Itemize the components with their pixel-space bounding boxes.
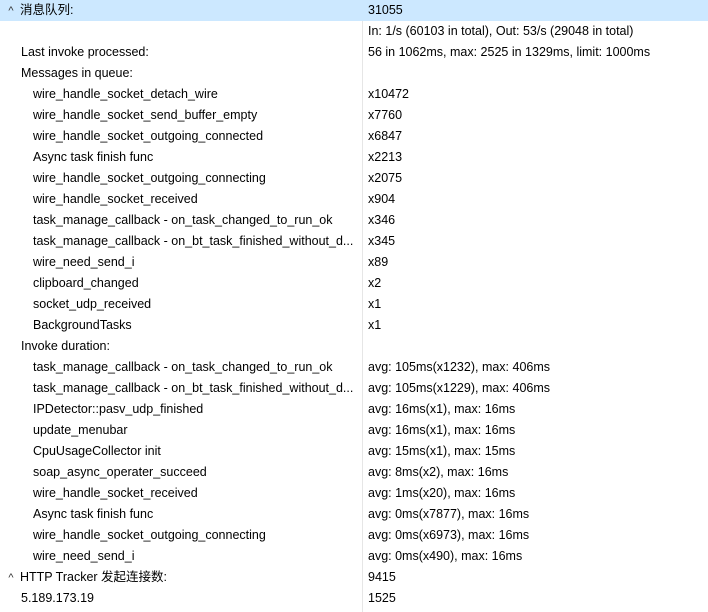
invoke-name: task_manage_callback - on_bt_task_finish…: [33, 381, 354, 395]
message-count: x89: [368, 255, 389, 269]
chevron-up-icon[interactable]: ^: [5, 568, 17, 589]
invoke-name: IPDetector::pasv_udp_finished: [33, 402, 204, 416]
chevron-up-icon[interactable]: ^: [5, 1, 17, 22]
http-host-count: 1525: [368, 591, 396, 605]
tree-row-http-tracker[interactable]: ^ HTTP Tracker 发起连接数: 9415: [0, 567, 708, 588]
message-queue-label: 消息队列:: [20, 3, 74, 17]
tree-row-invoke-duration[interactable]: Invoke duration:: [0, 336, 708, 357]
tree-row-queue-rate[interactable]: In: 1/s (60103 in total), Out: 53/s (290…: [0, 21, 708, 42]
invoke-name: update_menubar: [33, 423, 128, 437]
message-name: task_manage_callback - on_task_changed_t…: [33, 213, 333, 227]
message-name: wire_handle_socket_detach_wire: [33, 87, 218, 101]
message-name: wire_handle_socket_send_buffer_empty: [33, 108, 258, 122]
tree-row-invoke[interactable]: CpuUsageCollector init avg: 15ms(x1), max…: [0, 441, 708, 462]
tree-row-message[interactable]: wire_need_send_i x89: [0, 252, 708, 273]
invoke-stats: avg: 8ms(x2), max: 16ms: [368, 465, 509, 479]
last-invoke-value: 56 in 1062ms, max: 2525 in 1329ms, limit…: [368, 45, 651, 59]
message-count: x346: [368, 213, 396, 227]
tree-row-message[interactable]: wire_handle_socket_outgoing_connected x68…: [0, 126, 708, 147]
message-count: x904: [368, 192, 396, 206]
tree-row-invoke[interactable]: task_manage_callback - on_task_changed_t…: [0, 357, 708, 378]
tree-row-message[interactable]: wire_handle_socket_send_buffer_empty x776…: [0, 105, 708, 126]
message-name: wire_handle_socket_received: [33, 192, 198, 206]
tree-row-http-host[interactable]: 5.189.173.19 1525: [0, 588, 708, 609]
property-tree: ^ 消息队列: 31055 In: 1/s (60103 in total), O…: [0, 0, 708, 612]
message-name: wire_handle_socket_outgoing_connecting: [33, 171, 266, 185]
tree-row-invoke[interactable]: soap_async_operater_succeed avg: 8ms(x2),…: [0, 462, 708, 483]
tree-row-message[interactable]: clipboard_changed x2: [0, 273, 708, 294]
http-tracker-value: 9415: [368, 570, 396, 584]
tree-row-last-invoke[interactable]: Last invoke processed: 56 in 1062ms, max…: [0, 42, 708, 63]
message-count: x1: [368, 297, 382, 311]
message-queue-value: 31055: [368, 3, 403, 17]
tree-row-message[interactable]: wire_handle_socket_detach_wire x10472: [0, 84, 708, 105]
last-invoke-label: Last invoke processed:: [21, 45, 149, 59]
invoke-stats: avg: 1ms(x20), max: 16ms: [368, 486, 516, 500]
invoke-stats: avg: 16ms(x1), max: 16ms: [368, 402, 516, 416]
message-count: x10472: [368, 87, 410, 101]
invoke-name: wire_handle_socket_received: [33, 486, 198, 500]
invoke-stats: avg: 0ms(x6973), max: 16ms: [368, 528, 530, 542]
tree-row-invoke[interactable]: update_menubar avg: 16ms(x1), max: 16ms: [0, 420, 708, 441]
http-host-name: 5.189.173.19: [21, 591, 94, 605]
invoke-stats: avg: 105ms(x1229), max: 406ms: [368, 381, 551, 395]
invoke-name: wire_need_send_i: [33, 549, 135, 563]
tree-row-invoke[interactable]: wire_need_send_i avg: 0ms(x490), max: 16m…: [0, 546, 708, 567]
invoke-stats: avg: 16ms(x1), max: 16ms: [368, 423, 516, 437]
invoke-name: task_manage_callback - on_task_changed_t…: [33, 360, 333, 374]
http-tracker-label: HTTP Tracker 发起连接数:: [20, 570, 168, 584]
message-name: wire_need_send_i: [33, 255, 135, 269]
tree-row-invoke[interactable]: Async task finish func avg: 0ms(x7877), m…: [0, 504, 708, 525]
tree-row-message[interactable]: Async task finish func x2213: [0, 147, 708, 168]
row-name-cell: ^ HTTP Tracker 发起连接数:: [0, 567, 360, 589]
row-name-cell: ^ 消息队列:: [0, 0, 360, 22]
message-count: x7760: [368, 108, 403, 122]
message-name: Async task finish func: [33, 150, 154, 164]
message-count: x6847: [368, 129, 403, 143]
message-name: socket_udp_received: [33, 297, 152, 311]
messages-in-queue-label: Messages in queue:: [21, 66, 133, 80]
message-count: x2213: [368, 150, 403, 164]
tree-row-invoke[interactable]: wire_handle_socket_outgoing_connecting av…: [0, 525, 708, 546]
invoke-name: CpuUsageCollector init: [33, 444, 161, 458]
message-count: x1: [368, 318, 382, 332]
tree-row-message[interactable]: BackgroundTasks x1: [0, 315, 708, 336]
tree-row-invoke[interactable]: task_manage_callback - on_bt_task_finish…: [0, 378, 708, 399]
invoke-name: wire_handle_socket_outgoing_connecting: [33, 528, 266, 542]
queue-rate-value: In: 1/s (60103 in total), Out: 53/s (290…: [368, 24, 634, 38]
message-count: x2075: [368, 171, 403, 185]
message-name: clipboard_changed: [33, 276, 139, 290]
invoke-name: Async task finish func: [33, 507, 154, 521]
tree-row-message[interactable]: task_manage_callback - on_bt_task_finish…: [0, 231, 708, 252]
tree-row-invoke[interactable]: IPDetector::pasv_udp_finished avg: 16ms(x…: [0, 399, 708, 420]
invoke-name: soap_async_operater_succeed: [33, 465, 207, 479]
message-name: task_manage_callback - on_bt_task_finish…: [33, 234, 354, 248]
message-count: x345: [368, 234, 396, 248]
tree-row-invoke[interactable]: wire_handle_socket_received avg: 1ms(x20)…: [0, 483, 708, 504]
invoke-stats: avg: 0ms(x7877), max: 16ms: [368, 507, 530, 521]
message-count: x2: [368, 276, 382, 290]
tree-row-message[interactable]: socket_udp_received x1: [0, 294, 708, 315]
tree-row-message[interactable]: wire_handle_socket_outgoing_connecting x2…: [0, 168, 708, 189]
message-name: wire_handle_socket_outgoing_connected: [33, 129, 264, 143]
tree-row-message[interactable]: task_manage_callback - on_task_changed_t…: [0, 210, 708, 231]
invoke-duration-label: Invoke duration:: [21, 339, 110, 353]
invoke-stats: avg: 15ms(x1), max: 15ms: [368, 444, 516, 458]
invoke-stats: avg: 0ms(x490), max: 16ms: [368, 549, 523, 563]
invoke-stats: avg: 105ms(x1232), max: 406ms: [368, 360, 551, 374]
message-name: BackgroundTasks: [33, 318, 132, 332]
tree-row-messages-in-queue[interactable]: Messages in queue:: [0, 63, 708, 84]
tree-row-message-queue[interactable]: ^ 消息队列: 31055: [0, 0, 708, 21]
tree-row-message[interactable]: wire_handle_socket_received x904: [0, 189, 708, 210]
